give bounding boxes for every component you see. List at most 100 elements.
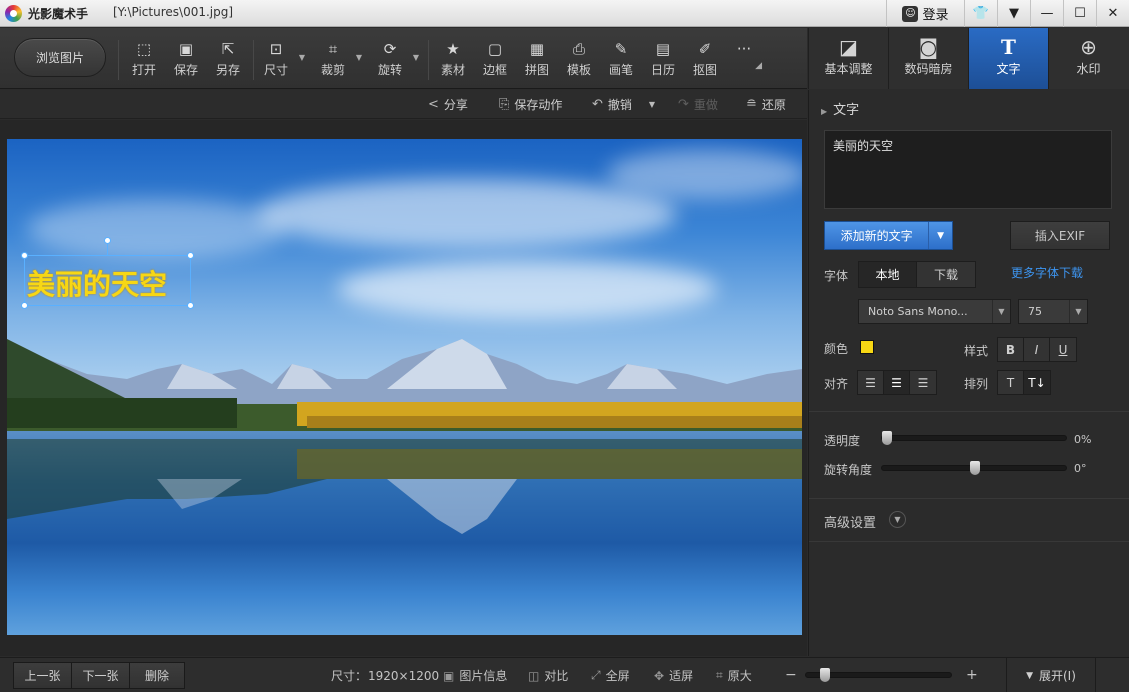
original-size-label: 原大 (727, 669, 752, 683)
font-family-select[interactable]: Noto Sans Mono... ▼ (858, 299, 1011, 324)
font-size-select[interactable]: 75 ▼ (1018, 299, 1088, 324)
tab-basic-adjust[interactable]: ◪ 基本调整 (808, 28, 888, 89)
brush-button[interactable]: ✎ 画笔 (601, 39, 641, 83)
divider (809, 411, 1129, 412)
watermark-icon: ⊕ (1080, 35, 1097, 59)
chevron-down-icon[interactable]: ▼ (889, 511, 906, 528)
collage-button[interactable]: ▦ 拼图 (517, 39, 557, 83)
opacity-slider-thumb[interactable] (882, 431, 892, 445)
open-button[interactable]: ⬚ 打开 (124, 39, 164, 83)
align-center-icon[interactable]: ☰ (884, 371, 910, 394)
expand-button[interactable]: ▼ 展开(I) (1006, 658, 1096, 692)
compare-button[interactable]: ◫ 对比 (528, 667, 568, 684)
rotate-button[interactable]: ⟳ 旋转 ▼ (370, 39, 419, 83)
text-content-input[interactable]: 美丽的天空 (824, 130, 1112, 209)
calendar-button[interactable]: ▤ 日历 (643, 39, 683, 83)
photo-canvas[interactable]: 美丽的天空 (7, 139, 802, 635)
prev-image-button[interactable]: 上一张 (14, 663, 72, 688)
vertical-text-icon[interactable]: T↓ (1024, 371, 1050, 394)
align-left-icon[interactable]: ☰ (858, 371, 884, 394)
zoom-out-button[interactable]: − (785, 667, 797, 683)
undo-dropdown-icon[interactable]: ▼ (649, 100, 655, 109)
font-local-button[interactable]: 本地 (859, 262, 917, 287)
size-value: 1920×1200 (368, 668, 440, 683)
save-action-button[interactable]: ⎘ 保存动作 (499, 96, 562, 113)
insert-exif-button[interactable]: 插入EXIF (1010, 221, 1110, 250)
underline-button[interactable]: U (1050, 338, 1076, 361)
login-button[interactable]: ☺ 登录 (886, 0, 964, 27)
share-button[interactable]: < 分享 (428, 96, 468, 113)
style-label: 样式 (964, 344, 989, 358)
undo-button[interactable]: ↶ 撤销 ▼ (592, 96, 655, 113)
menu-icon[interactable]: ▼ (997, 0, 1030, 27)
rotation-slider[interactable] (881, 461, 1067, 475)
skin-icon[interactable]: 👕 (964, 0, 997, 27)
share-label: 分享 (443, 98, 468, 112)
chevron-down-icon: ▼ (1069, 300, 1087, 323)
collage-icon: ▦ (529, 40, 545, 58)
more-tools-button[interactable]: ··· ◢ (724, 39, 764, 83)
resize-handle[interactable] (187, 252, 194, 259)
dropdown-arrow-icon[interactable]: ▼ (356, 53, 362, 62)
save-action-icon: ⎘ (499, 97, 510, 112)
tab-text[interactable]: T 文字 (968, 28, 1048, 89)
tab-watermark[interactable]: ⊕ 水印 (1048, 28, 1128, 89)
dropdown-arrow-icon[interactable]: ▼ (413, 53, 419, 62)
material-button[interactable]: ★ 素材 (433, 39, 473, 83)
image-info-button[interactable]: ▣ 图片信息 (443, 667, 507, 684)
collapse-triangle-icon[interactable]: ▶ (821, 107, 827, 116)
tab-digital-darkroom[interactable]: ◙ 数码暗房 (888, 28, 968, 89)
cutout-button[interactable]: ✐ 抠图 (685, 39, 725, 83)
more-fonts-link[interactable]: 更多字体下载 (1011, 264, 1083, 281)
restore-icon: ≘ (746, 97, 757, 112)
close-icon[interactable]: ✕ (1096, 0, 1129, 27)
crop-button[interactable]: ⌗ 裁剪 ▼ (313, 39, 362, 83)
maximize-icon[interactable]: ☐ (1063, 0, 1096, 27)
share-icon: < (428, 97, 439, 112)
rotate-handle[interactable] (104, 237, 111, 244)
minimize-icon[interactable]: — (1030, 0, 1063, 27)
save-as-button[interactable]: ⇱ 另存 (208, 39, 248, 83)
advanced-settings-label[interactable]: 高级设置 (824, 512, 876, 531)
add-text-button[interactable]: 添加新的文字 ▼ (824, 221, 953, 250)
align-right-icon[interactable]: ☰ (910, 371, 936, 394)
tab-text-label: 文字 (996, 62, 1021, 76)
zoom-slider[interactable] (805, 668, 952, 682)
brush-label: 画笔 (608, 63, 633, 77)
border-button[interactable]: ▢ 边框 (475, 39, 515, 83)
restore-button[interactable]: ≘ 还原 (746, 96, 786, 113)
template-button[interactable]: ⎙ 模板 (559, 39, 599, 83)
right-tabs: ◪ 基本调整 ◙ 数码暗房 T 文字 ⊕ 水印 (808, 28, 1129, 89)
delete-image-button[interactable]: 删除 (130, 663, 184, 688)
add-text-label: 添加新的文字 (840, 229, 913, 243)
opacity-value: 0% (1074, 433, 1092, 446)
resize-handle[interactable] (187, 302, 194, 309)
size-label: 尺寸： (331, 669, 368, 683)
action-bar: < 分享 ⎘ 保存动作 ↶ 撤销 ▼ ↷ 重做 ≘ 还原 (0, 90, 807, 119)
bold-button[interactable]: B (998, 338, 1024, 361)
fullscreen-button[interactable]: ⤢ 全屏 (591, 667, 630, 684)
chevron-down-icon[interactable]: ▼ (928, 222, 952, 249)
zoom-slider-thumb[interactable] (820, 668, 830, 682)
italic-button[interactable]: I (1024, 338, 1050, 361)
save-as-label: 另存 (215, 63, 240, 77)
browse-images-button[interactable]: 浏览图片 (14, 38, 106, 77)
bottom-bar: 上一张 下一张 删除 尺寸： 1920×1200 ▣ 图片信息 ◫ 对比 ⤢ 全… (0, 657, 1129, 692)
text-overlay-box[interactable]: 美丽的天空 (21, 237, 194, 309)
next-image-button[interactable]: 下一张 (72, 663, 130, 688)
resize-button[interactable]: ⊡ 尺寸 ▼ (256, 39, 305, 83)
save-button[interactable]: ▣ 保存 (166, 39, 206, 83)
horizontal-text-icon[interactable]: T (998, 371, 1024, 394)
original-size-button[interactable]: ⌗ 原大 (716, 667, 752, 684)
redo-button[interactable]: ↷ 重做 (678, 96, 718, 113)
text-color-swatch[interactable] (860, 340, 874, 354)
resize-handle[interactable] (21, 302, 28, 309)
expand-corner-icon: ◢ (755, 61, 762, 71)
font-download-button[interactable]: 下载 (917, 262, 975, 287)
resize-handle[interactable] (21, 252, 28, 259)
zoom-in-button[interactable]: + (966, 667, 978, 683)
opacity-slider[interactable] (881, 431, 1067, 445)
rotation-slider-thumb[interactable] (970, 461, 980, 475)
dropdown-arrow-icon[interactable]: ▼ (299, 53, 305, 62)
fit-screen-button[interactable]: ✥ 适屏 (654, 667, 693, 684)
